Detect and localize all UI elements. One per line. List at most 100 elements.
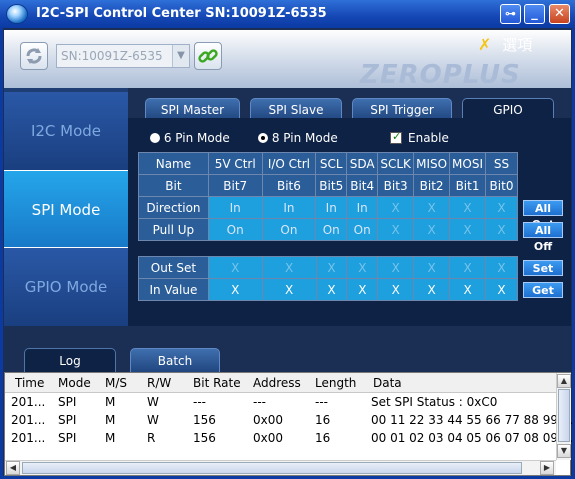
pullup-cell[interactable]: X	[485, 218, 518, 241]
bit-label: Bit2	[413, 174, 451, 197]
sidebar: I2C Mode SPI Mode GPIO Mode	[4, 88, 128, 326]
tools-icon: ✗	[478, 35, 492, 54]
pullup-cell[interactable]: On	[261, 218, 317, 241]
direction-cell[interactable]: X	[449, 196, 487, 219]
log-cell: ---	[315, 395, 328, 409]
log-cell: R	[147, 431, 156, 445]
enable-checkbox[interactable]	[390, 130, 402, 144]
direction-cell[interactable]: X	[413, 196, 451, 219]
chevron-down-icon[interactable]: ▼	[172, 45, 189, 67]
table-row[interactable]: 201... SPI M W 156 0x00 16 00 11 22 33 4…	[5, 413, 573, 431]
log-cell: 16	[315, 431, 331, 445]
pullup-cell[interactable]: On	[207, 218, 263, 241]
pin-name: SDA	[346, 152, 379, 175]
nav-gpio-mode[interactable]: GPIO Mode	[4, 248, 128, 326]
log-cell: ---	[193, 395, 206, 409]
out-set-cell[interactable]: X	[377, 256, 415, 279]
set-button[interactable]: Set	[523, 260, 563, 276]
refresh-button[interactable]	[20, 42, 48, 70]
col-mode[interactable]: Mode	[58, 376, 91, 390]
serial-select[interactable]: SN:10091Z-6535 ▼	[56, 44, 190, 68]
col-data[interactable]: Data	[373, 376, 402, 390]
tab-spi-master[interactable]: SPI Master	[145, 98, 240, 120]
pullup-cell[interactable]: On	[346, 218, 379, 241]
col-bitrate[interactable]: Bit Rate	[193, 376, 241, 390]
get-button[interactable]: Get	[523, 282, 563, 298]
bit-label: Bit1	[449, 174, 487, 197]
row-label-direction: Direction	[138, 196, 209, 219]
pullup-cell[interactable]: X	[413, 218, 451, 241]
in-value-cell: X	[207, 278, 263, 301]
scroll-thumb[interactable]	[558, 389, 570, 442]
pin6-radio[interactable]: 6 Pin Mode	[150, 131, 230, 145]
hscroll-thumb[interactable]	[22, 462, 522, 474]
out-set-cell[interactable]: X	[346, 256, 379, 279]
direction-cell[interactable]: X	[485, 196, 518, 219]
col-ms[interactable]: M/S	[105, 376, 127, 390]
log-cell: M	[105, 413, 116, 427]
out-set-cell[interactable]: X	[449, 256, 486, 279]
log-cell: 201...	[11, 413, 46, 427]
pin-name: I/O Ctrl	[261, 152, 317, 175]
pullup-cell[interactable]: X	[449, 218, 487, 241]
tab-spi-trigger[interactable]: SPI Trigger	[352, 98, 452, 120]
log-cell: 00 01 02 03 04 05 06 07 08 09 ...	[371, 431, 574, 445]
direction-cell[interactable]: In	[346, 196, 379, 219]
log-cell: 0x00	[253, 431, 284, 445]
direction-cell[interactable]: X	[377, 196, 415, 219]
pin-name: MOSI	[449, 152, 487, 175]
pin-name: SCL	[315, 152, 348, 175]
out-set-cell[interactable]: X	[261, 256, 317, 279]
pullup-cell[interactable]: On	[315, 218, 348, 241]
row-label-out-set: Out Set	[138, 256, 209, 279]
in-value-cell: X	[485, 278, 518, 301]
col-time[interactable]: Time	[15, 376, 44, 390]
vertical-scrollbar[interactable]: ▲ ▼	[556, 373, 571, 460]
col-rw[interactable]: R/W	[147, 376, 171, 390]
radio-off-icon	[150, 133, 160, 143]
settings-button[interactable]: ✗ 選項	[478, 34, 532, 55]
tab-gpio[interactable]: GPIO	[462, 98, 554, 120]
scroll-up-icon[interactable]: ▲	[557, 374, 571, 388]
row-label-in-value: In Value	[138, 278, 209, 301]
pullup-cell[interactable]: X	[377, 218, 415, 241]
tab-log[interactable]: Log	[24, 348, 116, 372]
direction-cell[interactable]: In	[315, 196, 348, 219]
scroll-right-icon[interactable]: ▶	[540, 461, 554, 475]
scroll-left-icon[interactable]: ◀	[6, 461, 20, 475]
direction-cell[interactable]: In	[261, 196, 317, 219]
log-cell: W	[147, 413, 159, 427]
table-row[interactable]: 201... SPI M R 156 0x00 16 00 01 02 03 0…	[5, 431, 573, 449]
log-cell: 16	[315, 413, 331, 427]
col-length[interactable]: Length	[315, 376, 356, 390]
tab-spi-slave[interactable]: SPI Slave	[250, 98, 342, 120]
pin8-radio[interactable]: 8 Pin Mode	[258, 131, 338, 145]
title-bar: I2C-SPI Control Center SN:10091Z-6535 ⊶ …	[0, 0, 575, 28]
tab-batch[interactable]: Batch	[130, 348, 220, 372]
horizontal-scrollbar[interactable]: ◀ ▶	[5, 460, 556, 475]
out-set-cell[interactable]: X	[413, 256, 451, 279]
all-off-button[interactable]: All Off	[523, 222, 563, 253]
bit-label: Bit0	[485, 174, 518, 197]
out-set-cell[interactable]: X	[207, 256, 263, 279]
close-button[interactable]: ✕	[549, 4, 570, 24]
in-value-cell: X	[377, 278, 415, 301]
nav-spi-mode[interactable]: SPI Mode	[4, 170, 128, 248]
scroll-down-icon[interactable]: ▼	[557, 444, 571, 458]
direction-cell[interactable]: In	[207, 196, 263, 219]
minimize-button[interactable]: _	[524, 4, 545, 24]
nav-i2c-mode[interactable]: I2C Mode	[4, 92, 128, 170]
brand-logo: ZEROPLUS	[360, 60, 521, 90]
out-set-cell[interactable]: X	[485, 256, 518, 279]
table-row[interactable]: 201... SPI M W --- --- --- Set SPI Statu…	[5, 395, 556, 413]
enable-label: Enable	[408, 131, 449, 145]
in-value-cell: X	[413, 278, 451, 301]
connect-button[interactable]	[194, 42, 222, 70]
serial-select-value: SN:10091Z-6535	[61, 49, 163, 63]
link-icon	[198, 49, 218, 63]
all-out-button[interactable]: All Out	[523, 200, 563, 231]
out-set-cell[interactable]: X	[315, 256, 348, 279]
col-address[interactable]: Address	[253, 376, 301, 390]
pin-icon[interactable]: ⊶	[500, 4, 521, 24]
log-cell: SPI	[58, 395, 77, 409]
